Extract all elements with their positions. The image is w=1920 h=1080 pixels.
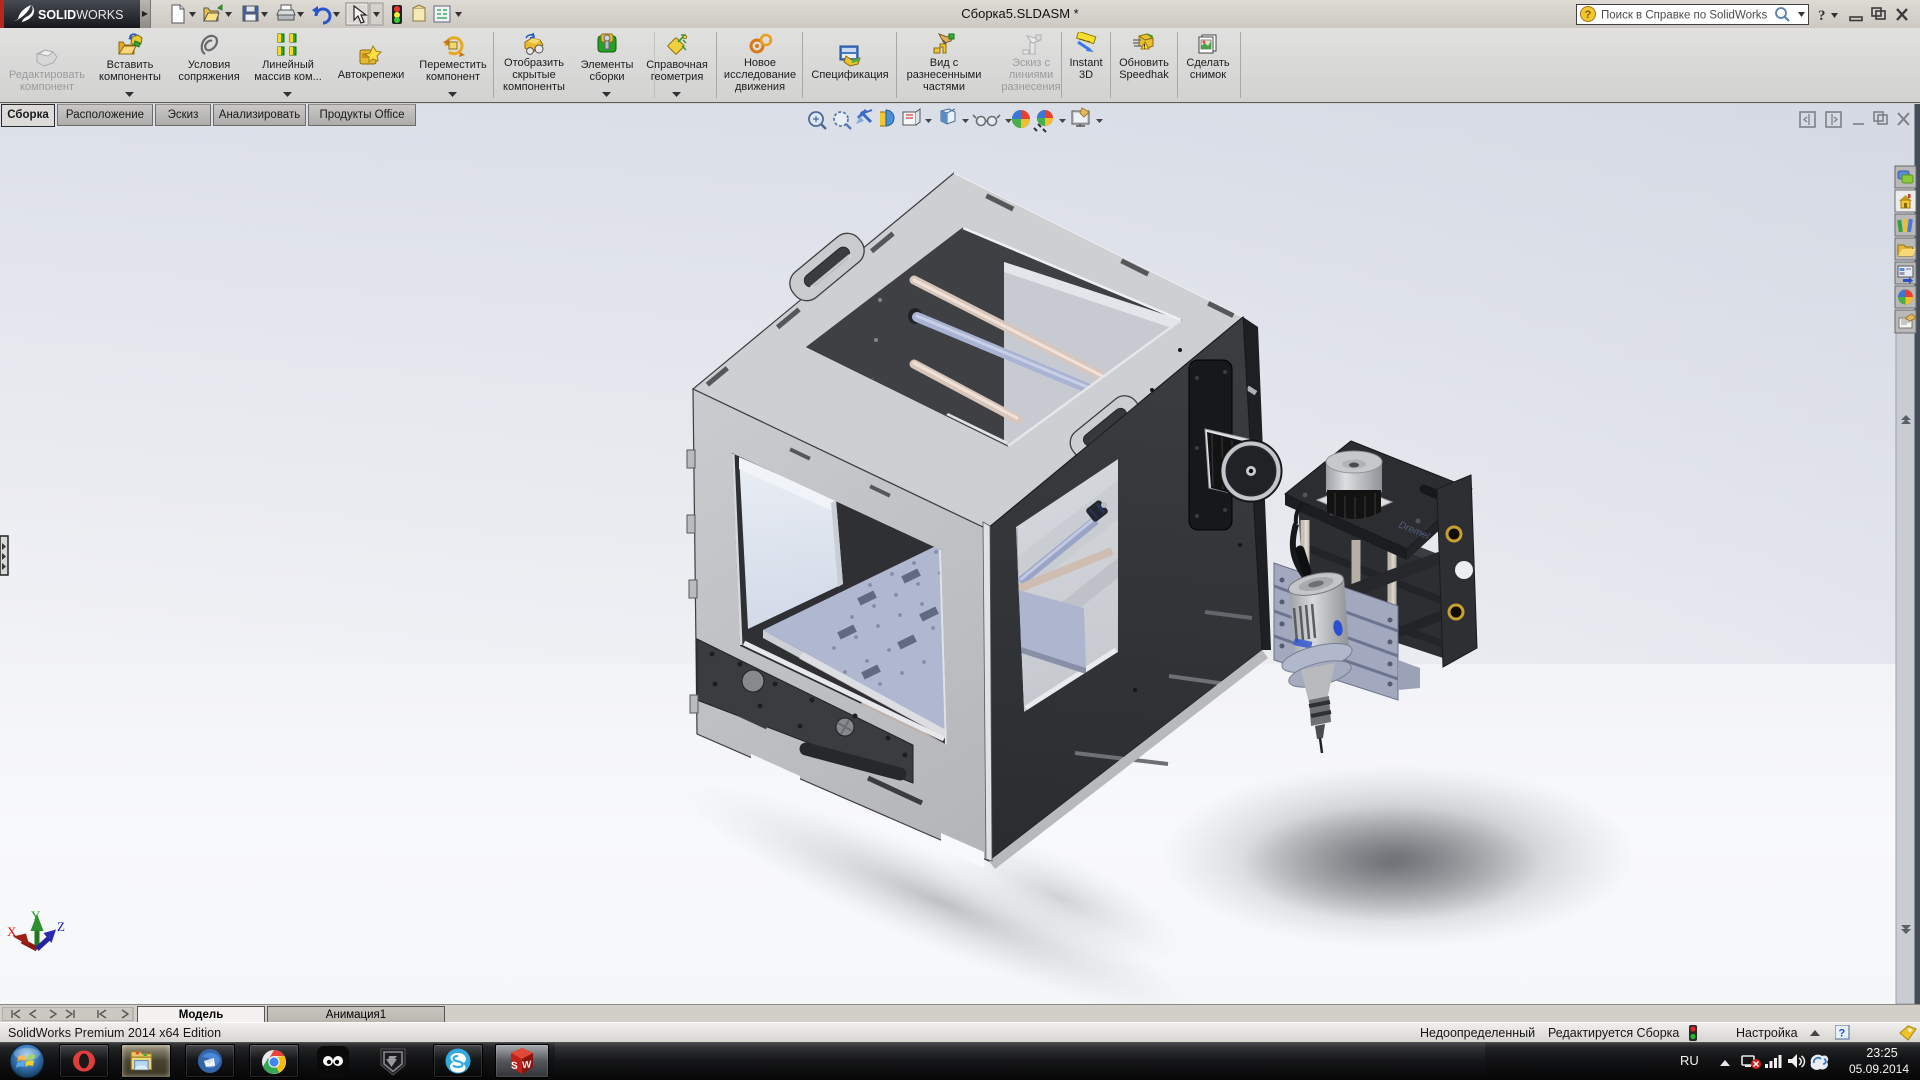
svg-text:S: S: [511, 1060, 518, 1072]
svg-text:Z: Z: [57, 919, 65, 934]
svg-text:Поиск в Справке по SolidWorks: Поиск в Справке по SolidWorks: [1601, 10, 1768, 22]
svg-text:?: ?: [1585, 9, 1592, 21]
svg-text:!: !: [1143, 44, 1145, 51]
svg-text:Y: Y: [31, 908, 41, 923]
svg-text:X: X: [7, 924, 17, 939]
svg-text:?: ?: [1818, 8, 1826, 24]
svg-text:SOLIDWORKS: SOLIDWORKS: [38, 8, 123, 22]
svg-text:W: W: [522, 1059, 532, 1071]
svg-text:?: ?: [1839, 1028, 1846, 1040]
